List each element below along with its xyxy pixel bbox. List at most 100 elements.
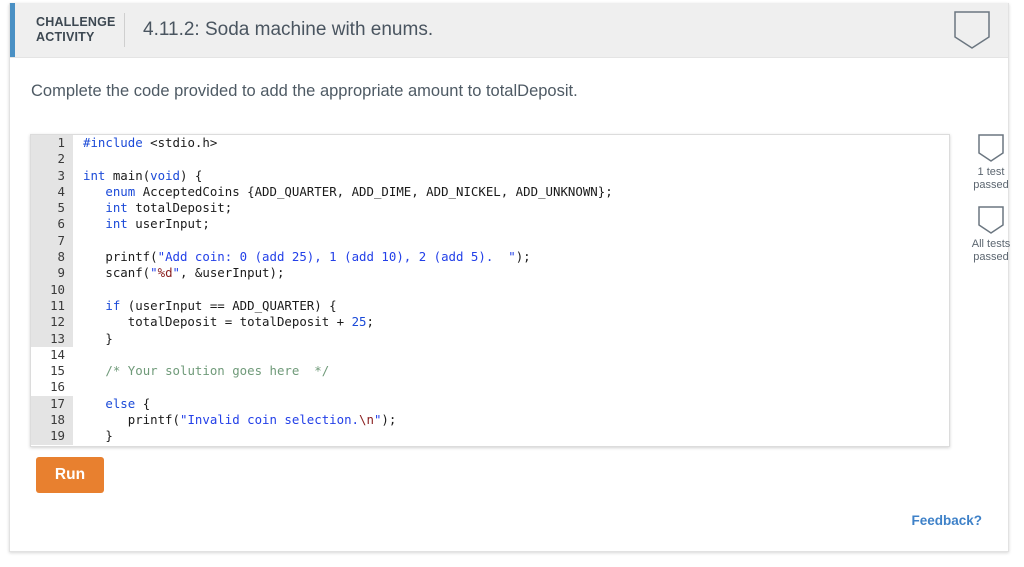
code-line-content[interactable]: int main(void) {	[73, 168, 613, 184]
code-token: int	[83, 167, 106, 183]
line-number: 15	[31, 363, 73, 380]
code-token: (userInput == ADD_QUARTER) {	[120, 297, 337, 313]
code-token: %d	[157, 265, 173, 281]
code-line-content[interactable]	[73, 151, 613, 167]
code-token: \n	[359, 412, 374, 428]
code-token: "Invalid coin selection.	[179, 412, 360, 428]
code-lines-table: 1 #include <stdio.h> 2 3 int main(void) {4 …	[31, 135, 613, 445]
code-token: userInput;	[127, 216, 210, 232]
code-line: 13 }	[31, 330, 613, 347]
line-number: 11	[31, 297, 73, 315]
line-number: 13	[31, 330, 73, 347]
code-line-content[interactable]: else {	[73, 396, 613, 412]
line-number: 2	[31, 151, 73, 168]
code-token: , &userInput);	[180, 265, 285, 281]
line-number: 14	[31, 346, 73, 364]
code-line: 16	[31, 379, 613, 396]
code-line-content[interactable]: printf("Add coin: 0 (add 25), 1 (add 10)…	[73, 249, 613, 265]
code-line: 2	[31, 151, 613, 168]
code-line: 14	[31, 346, 613, 364]
activity-badge-icon	[954, 11, 990, 49]
line-number: 1	[31, 135, 73, 152]
line-number: 5	[31, 200, 73, 217]
line-number: 4	[31, 183, 73, 201]
line-number: 18	[31, 412, 73, 429]
shield-badge-icon	[978, 206, 1004, 234]
code-line: 6 int userInput;	[31, 216, 613, 233]
feedback-link[interactable]: Feedback?	[911, 513, 982, 528]
code-token: void	[150, 167, 180, 183]
code-token: printf(	[83, 249, 158, 265]
code-editor[interactable]: 1 #include <stdio.h> 2 3 int main(void) {4 …	[30, 134, 950, 447]
code-line-content[interactable]: }	[73, 428, 613, 444]
challenge-activity-page: CHALLENGE ACTIVITY 4.11.2: Soda machine …	[0, 0, 1024, 567]
code-line-content[interactable]	[73, 347, 613, 363]
code-token: ;	[366, 314, 374, 330]
code-line-content[interactable]: #include <stdio.h>	[73, 135, 613, 151]
code-token: AcceptedCoins {ADD_QUARTER, ADD_DIME, AD…	[135, 183, 613, 199]
code-token: scanf(	[83, 265, 151, 281]
line-number: 9	[31, 265, 73, 282]
header-accent-bar	[10, 3, 15, 57]
code-token: main(	[105, 167, 151, 183]
code-line: 8 printf("Add coin: 0 (add 25), 1 (add 1…	[31, 249, 613, 266]
code-token: );	[515, 249, 531, 265]
shield-badge-icon	[978, 134, 1004, 162]
code-line-content[interactable]	[73, 233, 613, 249]
activity-kicker-label: CHALLENGE ACTIVITY	[36, 15, 116, 44]
code-line-content[interactable]: int totalDeposit;	[73, 200, 613, 216]
code-line: 17 else {	[31, 395, 613, 413]
code-line: 5 int totalDeposit;	[31, 200, 613, 217]
test-results-rail: 1 test passed All tests passed	[962, 134, 1020, 278]
code-token: #include	[83, 135, 151, 150]
activity-card: CHALLENGE ACTIVITY 4.11.2: Soda machine …	[9, 3, 1010, 552]
code-line-content[interactable]: enum AcceptedCoins {ADD_QUARTER, ADD_DIM…	[73, 183, 613, 200]
code-token: {	[135, 395, 151, 411]
code-token: if	[105, 297, 121, 313]
code-token: "	[150, 265, 158, 281]
code-token: totalDeposit;	[127, 200, 233, 216]
activity-header: CHALLENGE ACTIVITY 4.11.2: Soda machine …	[10, 3, 1008, 58]
code-line-content[interactable]: scanf("%d", &userInput);	[73, 265, 613, 281]
line-number: 16	[31, 379, 73, 396]
code-lines-body: 1 #include <stdio.h> 2 3 int main(void) {4 …	[31, 135, 613, 445]
line-number: 3	[31, 167, 73, 184]
code-line-content[interactable]: totalDeposit = totalDeposit + 25;	[73, 314, 613, 330]
code-line: 12 totalDeposit = totalDeposit + 25;	[31, 314, 613, 331]
code-token: );	[381, 412, 397, 428]
code-line-content[interactable]: /* Your solution goes here */	[73, 363, 613, 379]
header-divider	[124, 13, 125, 47]
code-token: }	[83, 330, 113, 346]
code-token: printf(	[83, 412, 180, 428]
code-token: int	[105, 200, 128, 216]
code-token: "	[172, 265, 180, 281]
code-line-content[interactable]: printf("Invalid coin selection.\n");	[73, 412, 613, 428]
code-line: 9 scanf("%d", &userInput);	[31, 265, 613, 282]
code-token: "Add coin: 0 (add 25), 1 (add 10), 2 (ad…	[157, 249, 516, 265]
test-result-label: 1 test passed	[973, 166, 1009, 191]
code-line-content[interactable]: }	[73, 331, 613, 347]
test-result-item: 1 test passed	[962, 134, 1020, 192]
line-number: 7	[31, 232, 73, 250]
line-number: 12	[31, 314, 73, 331]
code-line: 7	[31, 232, 613, 250]
code-line-content[interactable]: int userInput;	[73, 216, 613, 232]
code-line: 10	[31, 281, 613, 298]
line-number: 17	[31, 395, 73, 413]
code-line-content[interactable]: if (userInput == ADD_QUARTER) {	[73, 298, 613, 314]
code-line: 18 printf("Invalid coin selection.\n");	[31, 412, 613, 429]
code-line: 11 if (userInput == ADD_QUARTER) {	[31, 297, 613, 315]
line-number: 10	[31, 281, 73, 298]
code-line-content[interactable]	[73, 379, 613, 395]
code-line-content[interactable]	[73, 282, 613, 298]
run-button[interactable]: Run	[36, 457, 104, 493]
code-token: else	[105, 395, 136, 411]
code-token: int	[105, 216, 128, 232]
code-line: 1 #include <stdio.h>	[31, 135, 613, 152]
test-result-item: All tests passed	[962, 206, 1020, 264]
